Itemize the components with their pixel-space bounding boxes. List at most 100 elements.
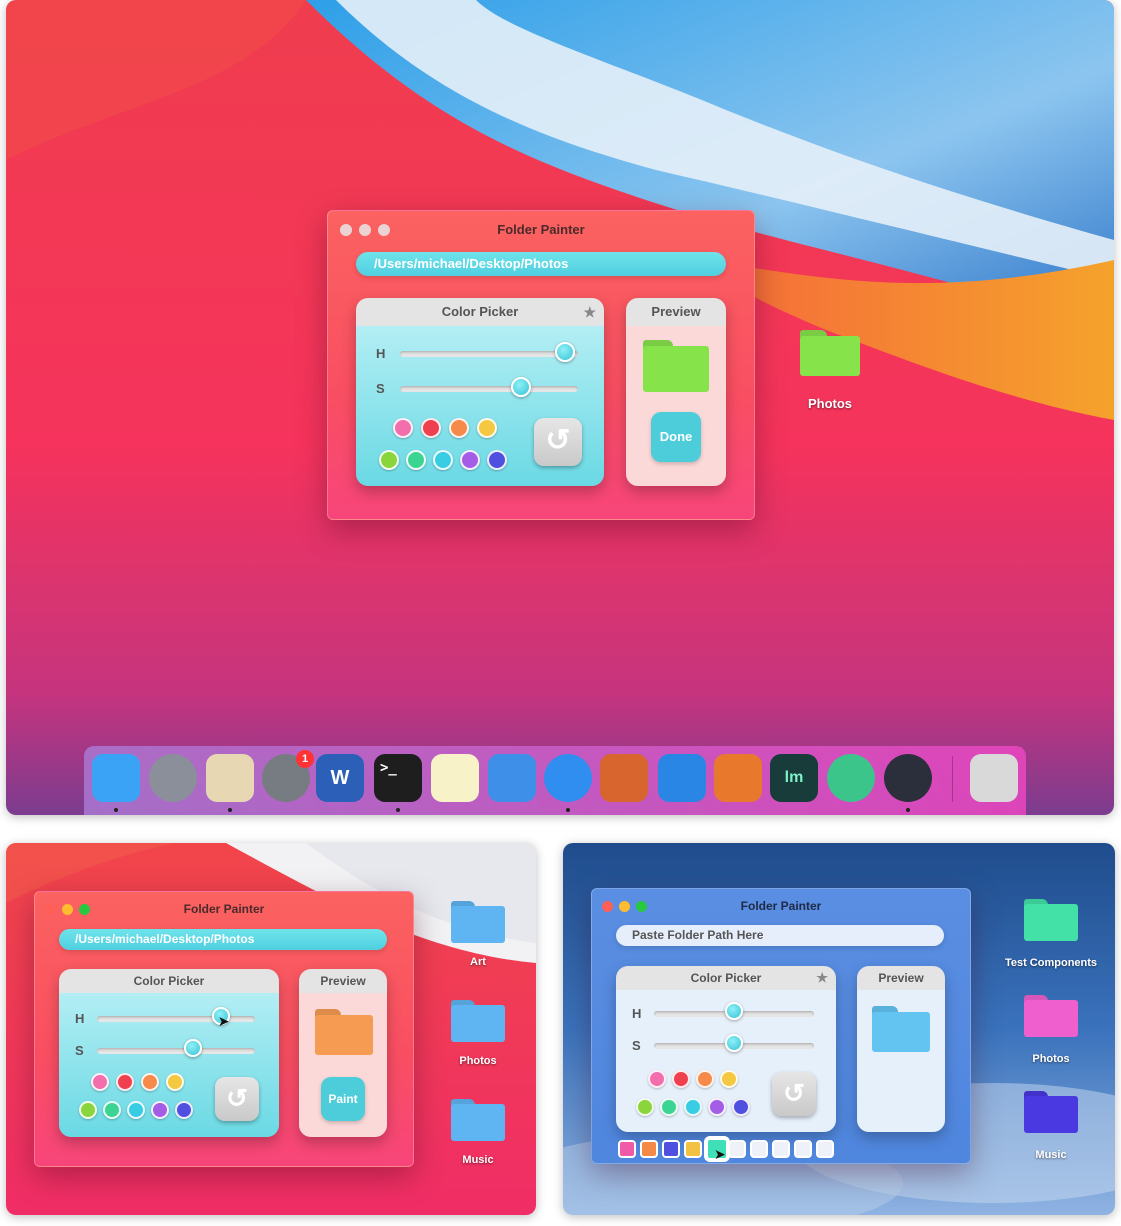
color-swatch-0[interactable]: [393, 418, 413, 438]
photos-folder-icon[interactable]: [800, 330, 860, 376]
color-swatch-4[interactable]: [175, 1101, 193, 1119]
color-swatch-1[interactable]: [421, 418, 441, 438]
color-swatch-4[interactable]: [487, 450, 507, 470]
folder-painter-window-left: Folder Painter /Users/michael/Desktop/Ph…: [34, 891, 414, 1167]
electron-icon[interactable]: [884, 754, 932, 802]
saturation-slider-track[interactable]: [400, 386, 578, 392]
color-swatch-2[interactable]: [696, 1070, 714, 1088]
running-indicator: [228, 808, 232, 812]
color-swatch-1[interactable]: [116, 1073, 134, 1091]
notes-icon[interactable]: [431, 754, 479, 802]
matlab-icon[interactable]: [600, 754, 648, 802]
history-color-chip[interactable]: [750, 1140, 768, 1158]
mail-icon[interactable]: [206, 754, 254, 802]
reset-icon[interactable]: ↺: [534, 418, 582, 466]
xcode-icon[interactable]: [658, 754, 706, 802]
color-swatch-0[interactable]: [379, 450, 399, 470]
folder-painter-window-right: Folder Painter Paste Folder Path Here Co…: [591, 888, 971, 1164]
color-swatch-1[interactable]: [672, 1070, 690, 1088]
color-swatch-2[interactable]: [127, 1101, 145, 1119]
color-swatch-3[interactable]: [166, 1073, 184, 1091]
history-color-chip[interactable]: [816, 1140, 834, 1158]
music-folder-label[interactable]: Music: [428, 1154, 528, 1166]
safari-icon[interactable]: [544, 754, 592, 802]
system-preferences-icon[interactable]: 1: [262, 750, 314, 802]
history-color-chip[interactable]: [618, 1140, 636, 1158]
art-folder-icon[interactable]: [451, 901, 505, 943]
star-icon[interactable]: ★: [583, 298, 596, 326]
test-components-folder-label[interactable]: Test Components: [991, 957, 1111, 969]
saturation-slider-track[interactable]: [97, 1048, 255, 1054]
test-components-folder-icon[interactable]: [1024, 899, 1078, 941]
hue-slider-track[interactable]: [97, 1016, 255, 1022]
saturation-label: S: [75, 1043, 84, 1058]
saturation-slider-knob[interactable]: [183, 1039, 202, 1057]
color-swatch-0[interactable]: [91, 1073, 109, 1091]
color-swatch-3[interactable]: [151, 1101, 169, 1119]
color-swatch-3[interactable]: [720, 1070, 738, 1088]
folder-path-input[interactable]: /Users/michael/Desktop/Photos: [59, 929, 387, 950]
paint-button[interactable]: Paint: [321, 1077, 365, 1121]
color-swatch-0[interactable]: [79, 1101, 97, 1119]
word-icon[interactable]: W: [316, 754, 364, 802]
color-swatch-2[interactable]: [449, 418, 469, 438]
history-color-chip[interactable]: [684, 1140, 702, 1158]
color-swatch-2[interactable]: [684, 1098, 702, 1116]
color-swatch-0[interactable]: [636, 1098, 654, 1116]
photos-folder-label[interactable]: Photos: [780, 396, 880, 411]
photos-folder-icon[interactable]: [451, 1000, 505, 1042]
photos-folder-icon[interactable]: [1024, 995, 1078, 1037]
preview-body: Paint: [299, 993, 387, 1137]
color-picker-body: H S ↺: [356, 326, 604, 486]
history-color-chip[interactable]: [662, 1140, 680, 1158]
running-indicator: [114, 808, 118, 812]
hue-slider-track[interactable]: [400, 351, 578, 357]
reset-icon[interactable]: ↺: [215, 1077, 259, 1121]
atom-green-icon[interactable]: [827, 754, 875, 802]
color-picker-header: Color Picker ★: [356, 298, 604, 326]
color-swatch-1[interactable]: [103, 1101, 121, 1119]
color-swatch-1[interactable]: [660, 1098, 678, 1116]
textedit-icon[interactable]: [488, 754, 536, 802]
color-swatch-2[interactable]: [433, 450, 453, 470]
music-folder-label[interactable]: Music: [991, 1149, 1111, 1161]
saturation-slider-knob[interactable]: [510, 377, 531, 397]
terminal-icon[interactable]: >_: [374, 754, 422, 802]
color-picker-body: H ➤ S ↺: [59, 993, 279, 1137]
color-swatch-3[interactable]: [708, 1098, 726, 1116]
reset-icon[interactable]: ↺: [772, 1072, 816, 1116]
color-swatch-4[interactable]: [732, 1098, 750, 1116]
art-folder-label[interactable]: Art: [428, 956, 528, 968]
history-color-chip[interactable]: [772, 1140, 790, 1158]
dock-separator: [952, 756, 953, 802]
star-icon[interactable]: ★: [816, 966, 828, 990]
lm-studio-icon[interactable]: lm: [770, 754, 818, 802]
saturation-slider-knob[interactable]: [725, 1034, 743, 1052]
blender-icon[interactable]: [714, 754, 762, 802]
trash-icon[interactable]: [970, 754, 1018, 802]
color-swatch-1[interactable]: [406, 450, 426, 470]
hue-slider-knob[interactable]: [554, 342, 575, 362]
finder-icon[interactable]: [92, 754, 140, 802]
photos-folder-label[interactable]: Photos: [991, 1053, 1111, 1065]
color-swatch-3[interactable]: [460, 450, 480, 470]
color-picker-panel: Color Picker H ➤ S ↺: [59, 969, 279, 1137]
history-color-chip[interactable]: [728, 1140, 746, 1158]
photos-folder-label[interactable]: Photos: [428, 1055, 528, 1067]
history-color-chip[interactable]: [640, 1140, 658, 1158]
folder-path-input[interactable]: Paste Folder Path Here: [616, 925, 944, 946]
history-color-chip[interactable]: [794, 1140, 812, 1158]
done-button[interactable]: Done: [651, 412, 701, 462]
cursor-icon: ➤: [217, 1013, 230, 1029]
folder-painter-window: Folder Painter /Users/michael/Desktop/Ph…: [327, 210, 755, 520]
color-swatch-0[interactable]: [648, 1070, 666, 1088]
music-folder-icon[interactable]: [1024, 1091, 1078, 1133]
launchpad-icon[interactable]: [149, 754, 197, 802]
hue-slider-knob[interactable]: [725, 1002, 743, 1020]
hue-label: H: [75, 1011, 85, 1026]
preview-folder-icon: [315, 1009, 373, 1055]
music-folder-icon[interactable]: [451, 1099, 505, 1141]
color-swatch-3[interactable]: [477, 418, 497, 438]
folder-path-input[interactable]: /Users/michael/Desktop/Photos: [356, 252, 726, 276]
color-swatch-2[interactable]: [141, 1073, 159, 1091]
